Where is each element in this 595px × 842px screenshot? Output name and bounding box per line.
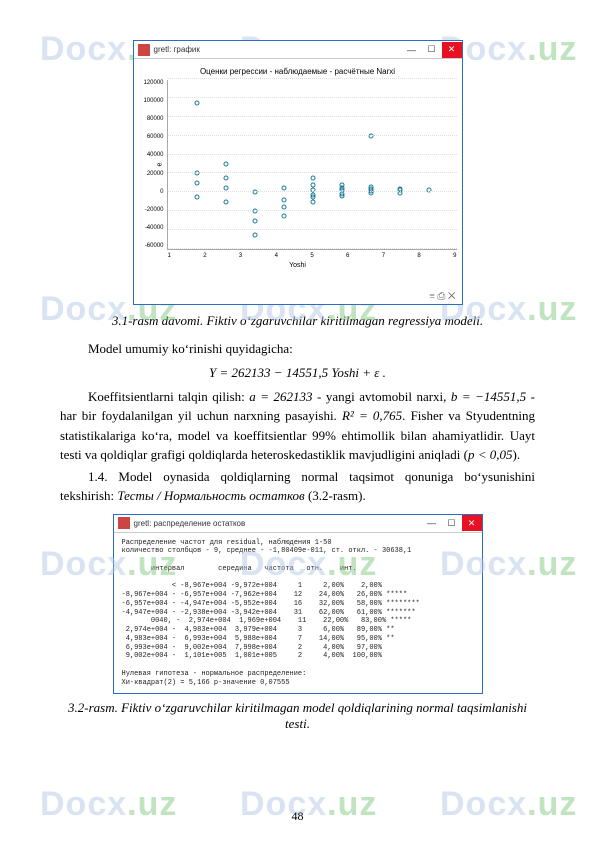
residual-dist-window: gretl: распределение остатков — ☐ ✕ Расп… xyxy=(113,514,483,695)
chart-title: Оценки регрессии - наблюдаемые - расчётн… xyxy=(142,67,454,76)
close-button[interactable]: ✕ xyxy=(462,515,482,531)
x-axis-label: Yoshi xyxy=(142,262,454,269)
maximize-button[interactable]: ☐ xyxy=(422,42,442,58)
paragraph-3: 1.4. Model oynasida qoldiqlarning normal… xyxy=(60,467,535,506)
page-number: 48 xyxy=(0,809,595,824)
app-icon xyxy=(138,44,150,56)
window-title: gretl: график xyxy=(154,45,402,54)
maximize-button[interactable]: ☐ xyxy=(442,515,462,531)
close-button[interactable]: ✕ xyxy=(442,42,462,58)
scatter-plot: e 120000100000800006000040000200000-2000… xyxy=(167,80,457,250)
paragraph-2: Koeffitsientlarni talqin qilish: a = 262… xyxy=(60,387,535,465)
paragraph-1: Model umumiy koʻrinishi quyidagicha: xyxy=(60,339,535,359)
x-axis-ticks: 123456789 xyxy=(168,253,457,259)
chart-toolbar[interactable]: ≡ ⎙ ✕ xyxy=(134,289,462,304)
app-icon xyxy=(118,517,130,529)
y-axis-ticks: 120000100000800006000040000200000-20000-… xyxy=(138,80,164,249)
scatter-plot-window: gretl: график — ☐ ✕ Оценки регрессии - н… xyxy=(133,40,463,305)
residual-output: Распределение частот для residual, наблю… xyxy=(114,533,482,694)
window-title: gretl: распределение остатков xyxy=(134,519,422,528)
regression-formula: Y = 262133 − 14551,5 Yoshi + ε . xyxy=(60,365,535,381)
figure-caption-1: 3.1-rasm davomi. Fiktiv oʻzgaruvchilar k… xyxy=(60,313,535,329)
figure-caption-2: 3.2-rasm. Fiktiv oʻzgaruvchilar kiritilm… xyxy=(60,700,535,732)
minimize-button[interactable]: — xyxy=(402,42,422,58)
minimize-button[interactable]: — xyxy=(422,515,442,531)
window-titlebar: gretl: распределение остатков — ☐ ✕ xyxy=(114,515,482,533)
window-titlebar: gretl: график — ☐ ✕ xyxy=(134,41,462,59)
